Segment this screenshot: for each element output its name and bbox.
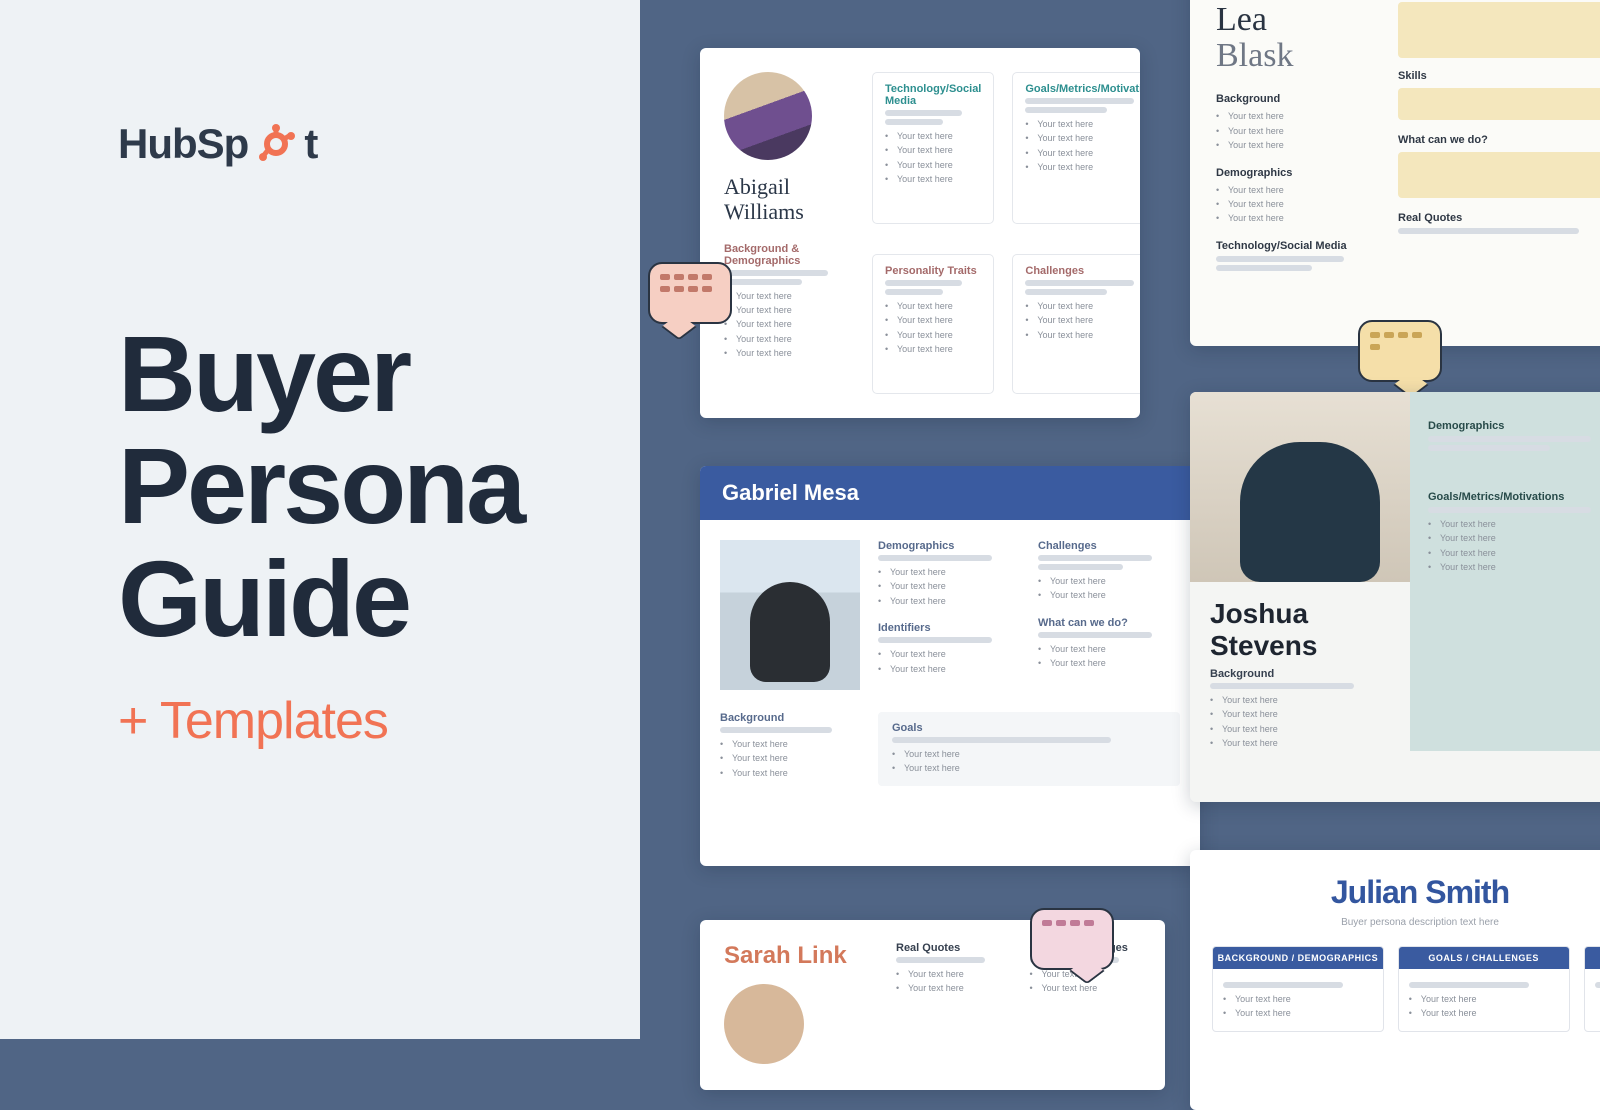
column: Background / Demographics Your text here… [1212, 946, 1384, 1032]
speech-bubble-icon [648, 262, 732, 324]
logo-text-right: t [304, 120, 317, 168]
headline: Buyer Persona Guide [118, 318, 570, 655]
section-title: Background & Demographics [724, 243, 854, 267]
section-title: Technology/Social Media [885, 83, 981, 107]
section-title: Goals/Metrics/Motivations [1025, 83, 1140, 95]
section-title: Background [720, 712, 860, 724]
headline-line-2: Persona [118, 430, 570, 542]
persona-subtitle: Buyer persona description text here [1212, 917, 1600, 928]
speech-bubble-icon [1030, 908, 1114, 970]
card-header: Gabriel Mesa [700, 466, 1200, 520]
section-title: Challenges [1025, 265, 1140, 277]
sprocket-icon [254, 122, 298, 166]
persona-name: Lea Blask [1216, 2, 1376, 73]
persona-name: Gabriel Mesa [722, 480, 859, 506]
hubspot-logo: HubSp t [118, 120, 570, 168]
cream-block [1398, 152, 1600, 198]
template-card-lea: Lea Blask Background Your text hereYour … [1190, 0, 1600, 346]
persona-name: Joshua Stevens [1190, 582, 1410, 668]
section-title: Identifiers [878, 622, 1020, 634]
section-title: What can we do? [1398, 134, 1600, 146]
template-card-gabriel: Gabriel Mesa Demographics Your text here… [700, 466, 1200, 866]
headline-line-3: Guide [118, 543, 570, 655]
persona-name: Abigail Williams [724, 174, 854, 225]
section-challenges: Challenges Your text hereYour text here … [1038, 540, 1180, 676]
column: P [1584, 946, 1600, 1032]
section-title: Background [1216, 93, 1376, 105]
template-card-joshua: Joshua Stevens Background Your text here… [1190, 392, 1600, 802]
first-name: Lea [1216, 1, 1267, 38]
cream-block [1398, 2, 1600, 58]
cream-block [1398, 88, 1600, 120]
headline-line-1: Buyer [118, 318, 570, 430]
section-title: Goals [892, 722, 1166, 734]
section-background: Background Your text hereYour text hereY… [720, 712, 860, 786]
section-title: Personality Traits [885, 265, 981, 277]
section-title: Real Quotes [896, 942, 1008, 954]
right-column: Demographics Goals/Metrics/Motivations Y… [1410, 392, 1600, 751]
avatar [724, 72, 812, 160]
section-goals: Goals Your text hereYour text here [878, 712, 1180, 786]
section-title: What can we do? [1038, 617, 1180, 629]
subtitle: + Templates [118, 691, 570, 751]
section-title: Technology/Social Media [1216, 240, 1376, 252]
section-title: Challenges [1038, 540, 1180, 552]
avatar [724, 984, 804, 1064]
persona-photo [1190, 392, 1410, 582]
column: Goals / Challenges Your text hereYour te… [1398, 946, 1570, 1032]
right-column: Skills What can we do? Real Quotes [1398, 2, 1600, 320]
logo-text-left: HubSp [118, 120, 248, 168]
persona-name: Julian Smith [1212, 874, 1600, 911]
bullet-list: Your text hereYour text here Your text h… [724, 289, 854, 361]
column-header: Goals / Challenges [1399, 947, 1569, 969]
section-title: Real Quotes [1398, 212, 1600, 224]
section-personality: Personality Traits Your text hereYour te… [872, 254, 994, 394]
persona-identity: Abigail Williams Background & Demographi… [724, 72, 854, 394]
hero-panel: HubSp t Buyer Persona Guide + Templates [0, 0, 640, 1039]
section-quotes: Real Quotes Your text hereYour text here [896, 942, 1008, 1068]
column-header: Background / Demographics [1213, 947, 1383, 969]
speech-bubble-icon [1358, 320, 1442, 382]
section-tech: Technology/Social Media Your text hereYo… [872, 72, 994, 224]
section-title: Demographics [878, 540, 1020, 552]
column-header: P [1585, 947, 1600, 969]
persona-identity: Lea Blask Background Your text hereYour … [1216, 2, 1376, 320]
template-card-julian: Julian Smith Buyer persona description t… [1190, 850, 1600, 1110]
persona-name: Sarah Link [724, 942, 874, 970]
last-name: Blask [1216, 37, 1293, 74]
column-group: Background / Demographics Your text here… [1212, 946, 1600, 1032]
section-title: Skills [1398, 70, 1600, 82]
section-demographics: Demographics Your text hereYour text her… [878, 540, 1020, 676]
template-card-abigail: Abigail Williams Background & Demographi… [700, 48, 1140, 418]
blurb [724, 270, 854, 285]
section-goals: Goals/Metrics/Motivations Your text here… [1012, 72, 1140, 224]
section-title: Goals/Metrics/Motivations [1428, 491, 1600, 503]
persona-photo [720, 540, 860, 690]
section-background: Background Your text hereYour text hereY… [1190, 668, 1410, 751]
section-challenges: Challenges Your text hereYour text hereY… [1012, 254, 1140, 394]
persona-identity: Sarah Link [724, 942, 874, 1068]
section-title: Background [1210, 668, 1390, 680]
section-title: Demographics [1428, 420, 1600, 432]
section-title: Demographics [1216, 167, 1376, 179]
